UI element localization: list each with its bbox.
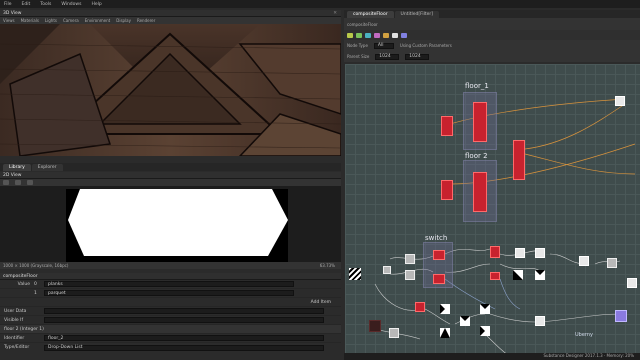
node-type-label: Node Type	[347, 43, 368, 48]
user-data-label: User Data	[4, 308, 27, 314]
parent-size-h[interactable]: 1024	[405, 53, 430, 60]
identifier-field[interactable]: floor_2	[44, 335, 324, 341]
tile-icon[interactable]	[15, 180, 21, 185]
node-graph-canvas[interactable]: floor_1 floor 2 switch Uberny	[345, 64, 640, 360]
status-bar: Substance Designer 2017.1.3 · Memory: 20…	[344, 353, 640, 360]
node-gradient-icon[interactable]	[374, 32, 380, 38]
node-blend-icon[interactable]	[347, 32, 353, 38]
section-header[interactable]: floor 2 (Integer 1)	[0, 325, 341, 334]
tab-library[interactable]: Library	[3, 164, 31, 171]
view2d-statusbar: 1000 × 1000 (Grayscale, 16bpc) 63.73%	[0, 262, 341, 269]
node-normal-icon[interactable]	[401, 32, 407, 38]
graph-toolbar: compositeFloor	[344, 18, 640, 30]
menu-windows[interactable]: Windows	[61, 2, 81, 7]
type-row: Type/Editor Drop-Down List	[0, 343, 341, 352]
section-title: floor 2 (Integer 1)	[4, 326, 44, 332]
menu-help[interactable]: Help	[91, 2, 101, 7]
parent-size-row: Parent Size 1024 1024	[344, 51, 640, 62]
param-row-1-index: 1	[34, 290, 37, 296]
param-row-0-field[interactable]: planks	[44, 281, 294, 287]
resolution-text: 1000 × 1000 (Grayscale, 16bpc)	[3, 263, 69, 268]
view3d-menu-display[interactable]: Display	[116, 18, 131, 23]
graph-node-toolbar	[344, 30, 640, 40]
node-warp-icon[interactable]	[383, 32, 389, 38]
view3d-menu-materials[interactable]: Materials	[21, 18, 39, 23]
node-uniform-icon[interactable]	[392, 32, 398, 38]
tab-explorer[interactable]: Explorer	[31, 164, 63, 171]
shape-node-group	[440, 270, 545, 338]
params-title: compositeFloor	[0, 273, 341, 280]
library-tabs: Library Explorer	[0, 163, 341, 171]
view3d-menu-lights[interactable]: Lights	[45, 18, 57, 23]
view3d-panel: 3D View ✕ Views Materials Lights Camera …	[0, 10, 342, 157]
node-transform-icon[interactable]	[365, 32, 371, 38]
type-field[interactable]: Drop-Down List	[44, 344, 324, 351]
graph-panel-header: compositeFloor Untitled[Filter] composit…	[344, 10, 640, 64]
parent-size-w[interactable]: 1024	[375, 53, 400, 60]
tab-untitled-filter[interactable]: Untitled[Filter]	[394, 11, 440, 18]
view2d-toolbar	[0, 179, 341, 186]
shape-nodes	[440, 270, 545, 338]
identifier-label: Identifier	[4, 335, 25, 341]
param-row-1: 1 parquet	[0, 289, 341, 298]
zoom-text: 63.73%	[319, 263, 335, 268]
node-normal-output[interactable]	[615, 310, 627, 322]
parent-size-label: Parent Size	[347, 54, 370, 59]
menu-file[interactable]: File	[4, 2, 12, 7]
view3d-title: 3D View ✕	[0, 10, 341, 17]
view3d-viewport[interactable]	[0, 24, 342, 157]
view3d-menu-camera[interactable]: Camera	[63, 18, 79, 23]
view2d-title: 2D View	[0, 172, 341, 179]
custom-params-label: Using Custom Parameters	[399, 43, 452, 48]
add-item-button[interactable]: Add Item	[311, 300, 331, 305]
info-icon[interactable]	[27, 180, 33, 185]
menu-tools[interactable]: Tools	[40, 2, 51, 7]
user-data-field[interactable]	[44, 308, 324, 314]
visible-if-row: Visible If	[0, 316, 341, 325]
visible-if-field[interactable]	[44, 317, 324, 323]
view3d-menu-views[interactable]: Views	[3, 18, 15, 23]
view2d-panel: 2D View 1000 × 1000 (Grayscale, 16bpc) 6…	[0, 172, 341, 272]
add-item-row: Add Item	[0, 298, 341, 307]
breadcrumb: compositeFloor	[347, 21, 378, 27]
view2d-viewport[interactable]	[0, 186, 341, 262]
param-row-0-label: Value	[17, 281, 30, 287]
channel-icon[interactable]	[3, 180, 9, 185]
view3d-menu: Views Materials Lights Camera Environmen…	[0, 17, 341, 24]
param-row-1-field[interactable]: parquet	[44, 290, 294, 296]
view3d-menu-renderer[interactable]: Renderer	[137, 18, 155, 23]
watermark-text: Uberny	[575, 332, 594, 338]
graph-tabs: compositeFloor Untitled[Filter]	[344, 10, 640, 18]
type-label: Type/Editor	[4, 345, 30, 350]
param-row-0: Value 0 planks	[0, 280, 341, 289]
user-data-row: User Data	[0, 307, 341, 316]
node-type-select[interactable]: All	[373, 42, 394, 49]
menu-bar: File Edit Tools Windows Help	[0, 0, 640, 8]
graph-options: Node Type All Using Custom Parameters	[344, 40, 640, 51]
view3d-menu-environment[interactable]: Environment	[85, 18, 111, 23]
mask-preview	[66, 189, 288, 262]
wood-floor-render	[0, 24, 342, 157]
tab-composite-floor[interactable]: compositeFloor	[347, 11, 394, 18]
param-row-0-index: 0	[34, 281, 37, 287]
parameters-panel: compositeFloor Value 0 planks 1 parquet …	[0, 273, 341, 360]
identifier-row: Identifier floor_2	[0, 334, 341, 343]
menu-edit[interactable]: Edit	[22, 2, 31, 7]
visible-if-label: Visible If	[4, 317, 24, 323]
node-levels-icon[interactable]	[356, 32, 362, 38]
close-icon[interactable]: ✕	[333, 11, 337, 16]
